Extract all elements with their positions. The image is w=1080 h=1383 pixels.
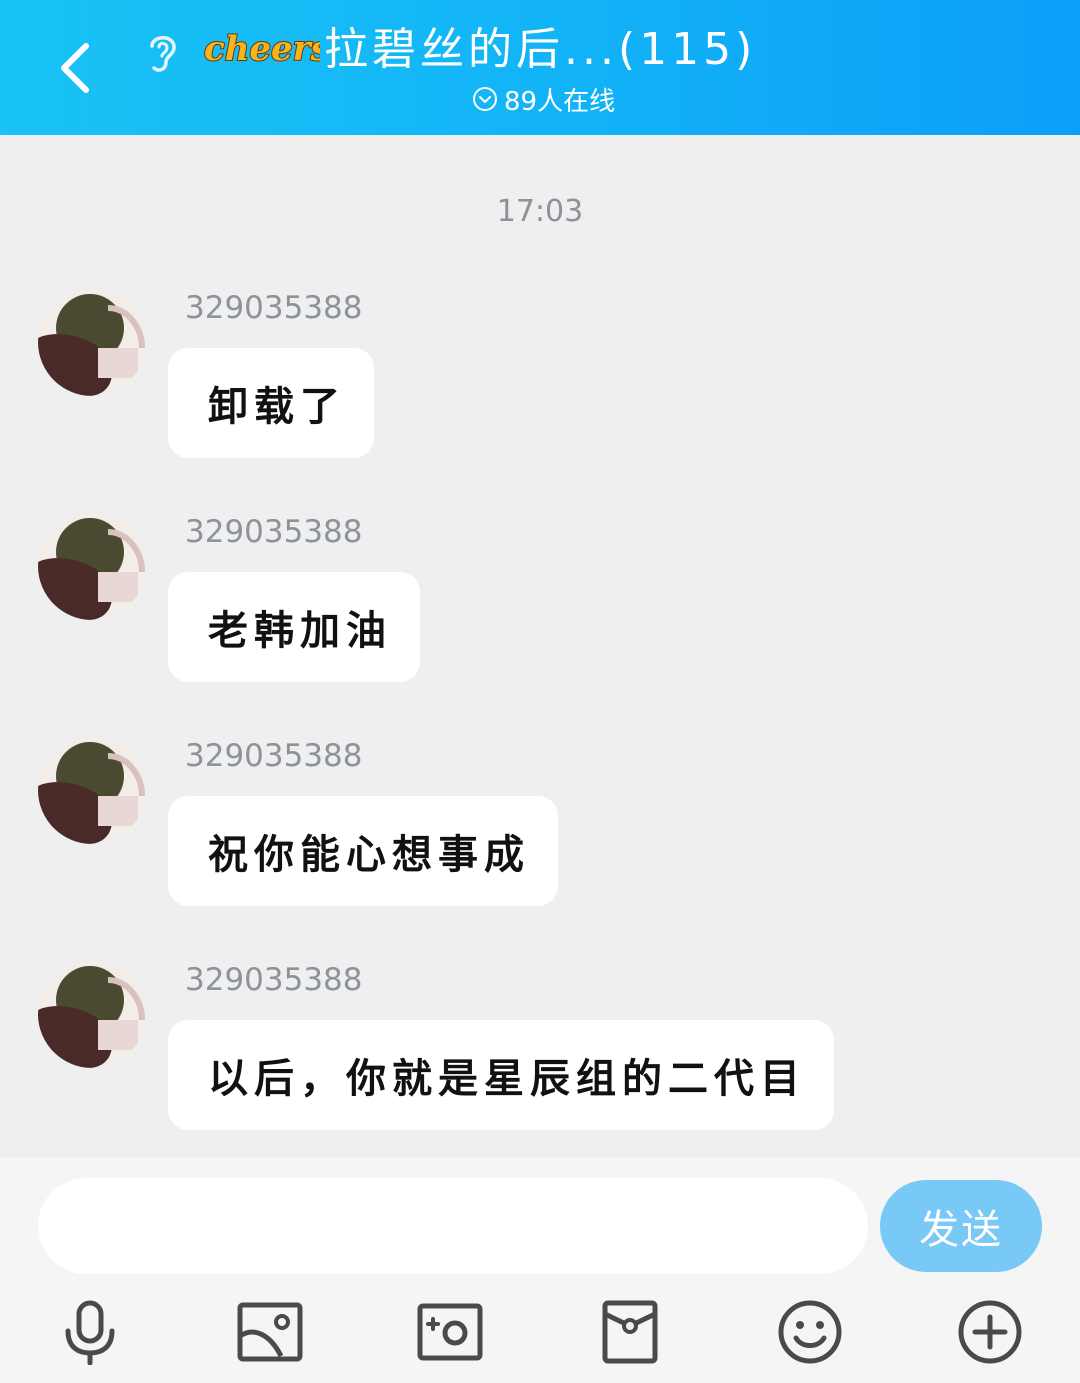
camera-icon (417, 1303, 483, 1361)
plus-circle-icon (958, 1300, 1022, 1364)
header-bar: cheers 拉碧丝的后...(115) 89人在线 (0, 0, 1080, 135)
chat-screen: cheers 拉碧丝的后...(115) 89人在线 17:03 3290353… (0, 0, 1080, 1383)
chevron-left-icon (61, 43, 89, 93)
emoji-icon (778, 1300, 842, 1364)
avatar[interactable] (38, 512, 146, 620)
sender-name[interactable]: 329035388 (185, 514, 363, 550)
avatar-image (38, 288, 146, 396)
avatar-image (38, 960, 146, 1068)
avatar[interactable] (38, 960, 146, 1068)
microphone-icon (65, 1300, 115, 1365)
send-button[interactable]: 发送 (880, 1180, 1042, 1272)
message-bubble[interactable]: 以后，你就是星辰组的二代目 (168, 1020, 834, 1130)
back-button[interactable] (40, 32, 112, 104)
voice-button[interactable] (55, 1297, 125, 1367)
message-input[interactable] (38, 1178, 868, 1274)
avatar-image (38, 736, 146, 844)
sender-name[interactable]: 329035388 (185, 962, 363, 998)
red-packet-button[interactable] (595, 1297, 665, 1367)
online-count: 89人在线 (504, 86, 616, 117)
message-item: 329035388 以后，你就是星辰组的二代目 (0, 960, 1080, 1150)
message-item: 329035388 祝你能心想事成 (0, 736, 1080, 926)
sender-name[interactable]: 329035388 (185, 290, 363, 326)
avatar[interactable] (38, 288, 146, 396)
online-status[interactable]: 89人在线 (472, 82, 616, 117)
message-bubble[interactable]: 卸载了 (168, 348, 374, 458)
avatar-image (38, 512, 146, 620)
group-title: 拉碧丝的后...(115) (324, 24, 757, 75)
sender-name[interactable]: 329035388 (185, 738, 363, 774)
ear-icon[interactable] (142, 28, 182, 76)
message-bubble[interactable]: 老韩加油 (168, 572, 420, 682)
more-button[interactable] (955, 1297, 1025, 1367)
message-item: 329035388 卸载了 (0, 288, 1080, 478)
image-icon (237, 1302, 303, 1362)
input-bar: 发送 (0, 1157, 1080, 1383)
svg-text:cheers: cheers (204, 29, 320, 69)
message-item: 329035388 老韩加油 (0, 512, 1080, 702)
red-packet-icon (602, 1300, 658, 1364)
camera-button[interactable] (415, 1297, 485, 1367)
timestamp: 17:03 (496, 194, 584, 229)
photo-button[interactable] (235, 1297, 305, 1367)
message-bubble[interactable]: 祝你能心想事成 (168, 796, 558, 906)
cheers-logo: cheers (203, 28, 320, 70)
avatar[interactable] (38, 736, 146, 844)
emoji-button[interactable] (775, 1297, 845, 1367)
chevron-down-circle-icon (473, 87, 497, 111)
